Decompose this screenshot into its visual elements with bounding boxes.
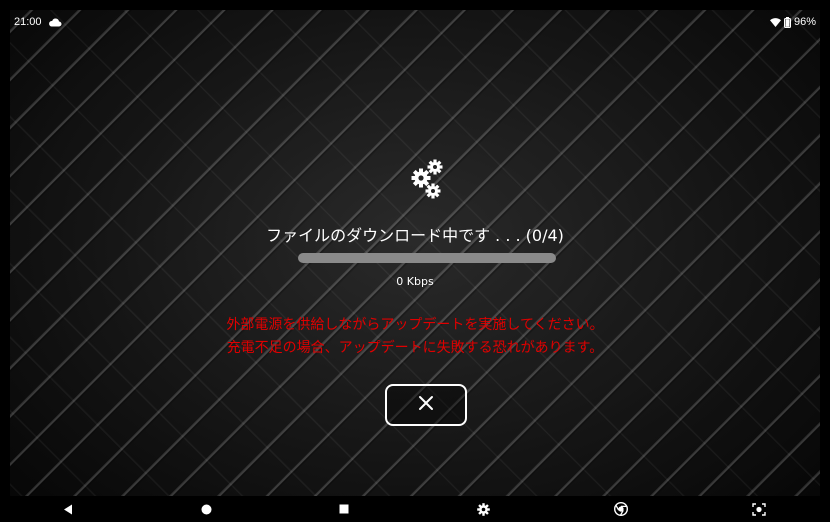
- gears-icon: [407, 156, 451, 200]
- power-warning: 外部電源を供給しながらアップデートを実施してください。 充電不足の場合、アップデ…: [10, 314, 820, 360]
- download-status-text: ファイルのダウンロード中です . . . (0/4): [266, 226, 564, 245]
- power-warning-line2: 充電不足の場合、アップデートに失敗する恐れがあります。: [226, 340, 604, 356]
- screenshot-icon: [752, 502, 766, 516]
- nav-back-button[interactable]: [53, 496, 83, 522]
- nav-chrome-button[interactable]: [606, 496, 636, 522]
- nav-bar: [10, 496, 820, 522]
- nav-home-button[interactable]: [191, 496, 221, 522]
- back-icon: [63, 504, 73, 515]
- power-warning-line1: 外部電源を供給しながらアップデートを実施してください。: [226, 317, 604, 333]
- settings-icon: [476, 502, 490, 516]
- device-frame: 21:00 96% ファイルのダウンロード中です . . . (0/4) 0 K…: [0, 0, 830, 522]
- nav-screenshot-button[interactable]: [744, 496, 774, 522]
- download-speed: 0 Kbps: [396, 275, 434, 288]
- nav-recents-button[interactable]: [329, 496, 359, 522]
- recents-icon: [339, 504, 349, 514]
- nav-settings-button[interactable]: [468, 496, 498, 522]
- close-icon: [418, 395, 434, 415]
- chrome-icon: [614, 502, 628, 516]
- home-icon: [201, 504, 212, 515]
- download-progress-bar: [298, 253, 556, 263]
- app-screen: 21:00 96% ファイルのダウンロード中です . . . (0/4) 0 K…: [10, 10, 820, 522]
- cancel-button[interactable]: [385, 384, 467, 426]
- update-dialog: ファイルのダウンロード中です . . . (0/4) 0 Kbps 外部電源を供…: [10, 10, 820, 522]
